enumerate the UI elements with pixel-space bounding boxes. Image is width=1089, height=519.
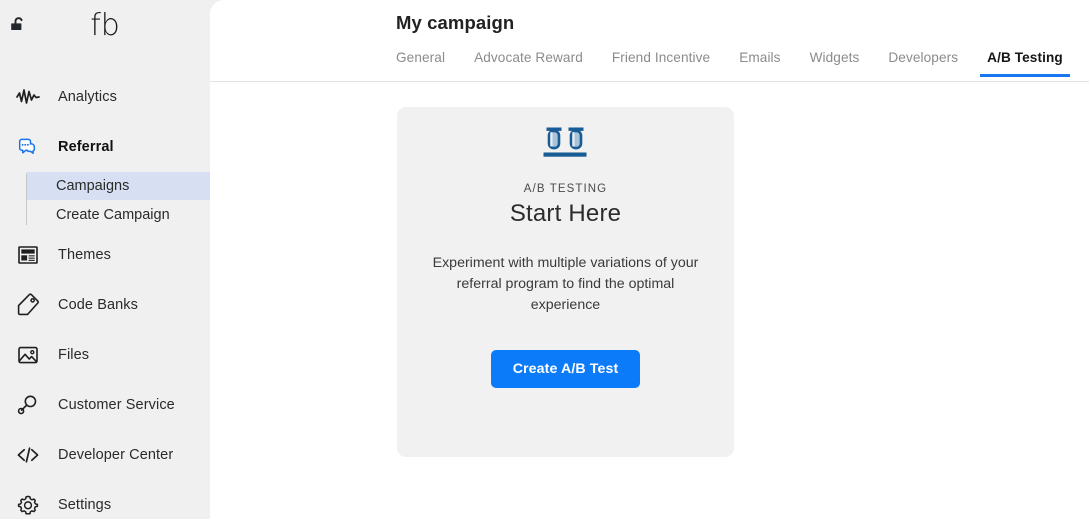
sidebar-item-create-campaign[interactable]: Create Campaign: [26, 201, 210, 229]
main-region: My campaign General Advocate Reward Frie…: [210, 0, 1089, 519]
headset-icon: [14, 391, 42, 419]
sidebar-subitem-label: Create Campaign: [56, 207, 170, 223]
image-icon: [14, 341, 42, 369]
sidebar-item-files[interactable]: Files: [0, 330, 210, 380]
tab-general[interactable]: General: [396, 50, 445, 77]
sidebar-item-label: Files: [58, 347, 90, 363]
test-tubes-icon: [542, 125, 590, 161]
tag-icon: [14, 291, 42, 319]
page-title: My campaign: [396, 12, 515, 33]
sidebar-item-developer-center[interactable]: Developer Center: [0, 430, 210, 480]
app-root: fb Analytics Referral Campaigns Create C…: [0, 0, 1089, 519]
tab-advocate-reward[interactable]: Advocate Reward: [474, 50, 583, 77]
sidebar-item-label: Themes: [58, 247, 111, 263]
chat-bubbles-icon: [14, 133, 42, 161]
sidebar-item-label: Customer Service: [58, 397, 175, 413]
sidebar-brand-row: fb: [0, 0, 210, 56]
create-ab-test-button[interactable]: Create A/B Test: [490, 350, 641, 388]
code-brackets-icon: [14, 441, 42, 469]
sidebar-item-label: Analytics: [58, 89, 117, 105]
sidebar-subitem-label: Campaigns: [56, 178, 130, 194]
sidebar: fb Analytics Referral Campaigns Create C…: [0, 0, 210, 519]
layout-icon: [14, 241, 42, 269]
sidebar-item-analytics[interactable]: Analytics: [0, 72, 210, 122]
sidebar-item-themes[interactable]: Themes: [0, 230, 210, 280]
sidebar-item-label: Referral: [58, 139, 114, 155]
main-surface: My campaign General Advocate Reward Frie…: [210, 0, 1089, 519]
gear-icon: [14, 491, 42, 519]
card-description: Experiment with multiple variations of y…: [432, 255, 699, 313]
tab-widgets[interactable]: Widgets: [810, 50, 860, 77]
brand-logo[interactable]: fb: [0, 8, 210, 43]
tab-developers[interactable]: Developers: [888, 50, 958, 77]
sidebar-item-customer-service[interactable]: Customer Service: [0, 380, 210, 430]
sidebar-item-label: Code Banks: [58, 297, 138, 313]
sidebar-nav: Analytics Referral Campaigns Create Camp…: [0, 72, 210, 519]
sidebar-item-label: Settings: [58, 497, 112, 513]
tab-bar-divider: [210, 81, 1089, 82]
sidebar-item-label: Developer Center: [58, 447, 174, 463]
pulse-icon: [14, 83, 42, 111]
card-heading: Start Here: [509, 200, 622, 227]
tab-bar: General Advocate Reward Friend Incentive…: [396, 50, 1089, 82]
sidebar-item-code-banks[interactable]: Code Banks: [0, 280, 210, 330]
sidebar-item-settings[interactable]: Settings: [0, 480, 210, 519]
sidebar-item-campaigns[interactable]: Campaigns: [26, 172, 210, 200]
sidebar-item-referral[interactable]: Referral: [0, 122, 210, 172]
card-eyebrow: A/B TESTING: [523, 183, 608, 195]
tab-ab-testing[interactable]: A/B Testing: [980, 50, 1070, 77]
tab-emails[interactable]: Emails: [739, 50, 780, 77]
sidebar-subnav-referral: Campaigns Create Campaign: [0, 172, 210, 229]
ab-testing-empty-state-card: A/B TESTING Start Here Experiment with m…: [397, 107, 734, 457]
tab-friend-incentive[interactable]: Friend Incentive: [612, 50, 710, 77]
